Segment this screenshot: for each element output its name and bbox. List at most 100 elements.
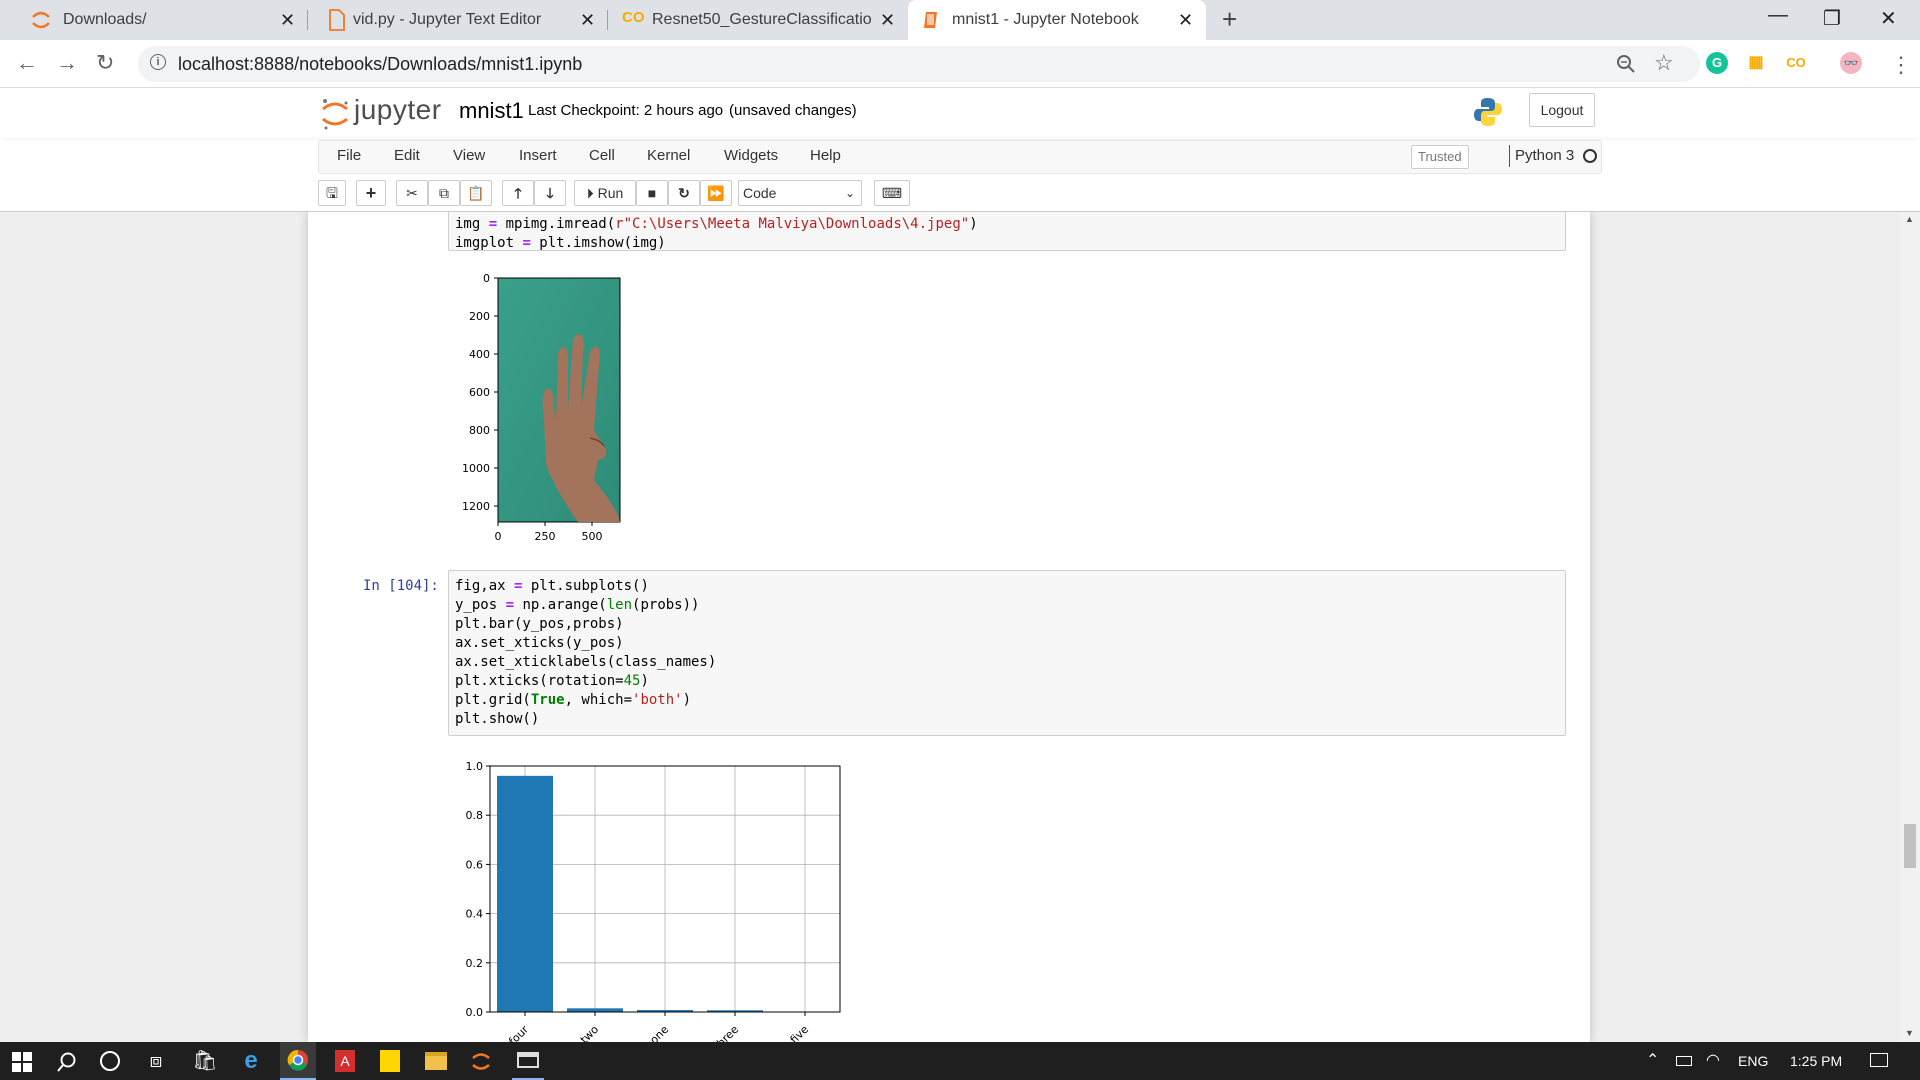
- move-down-button[interactable]: 🡓: [534, 180, 566, 206]
- jupyter-taskbar-icon[interactable]: [470, 1050, 492, 1074]
- code-line: ax.set_xticks(y_pos): [455, 635, 624, 651]
- image-output: 0 200 400 600 800 1000 1200 0 250 500: [462, 272, 621, 543]
- menu-view[interactable]: View: [453, 147, 485, 164]
- x-tick-label: five: [788, 1023, 812, 1042]
- code-line: plt.show(): [455, 711, 540, 727]
- extension-layout-icon[interactable]: ▦: [1745, 52, 1767, 74]
- notebook-name[interactable]: mnist1: [459, 98, 524, 124]
- close-tab-icon[interactable]: ✕: [880, 10, 895, 31]
- paste-button[interactable]: 📋: [460, 180, 492, 206]
- scroll-down-icon[interactable]: ▼: [1905, 1028, 1914, 1038]
- jupyter-menubar-container: File Edit View Insert Cell Kernel Widget…: [0, 140, 1920, 212]
- code-cell-input[interactable]: img = mpimg.imread(r"C:\Users\Meeta Malv…: [448, 212, 1566, 251]
- cortana-icon[interactable]: [100, 1051, 120, 1071]
- colab-extension-icon[interactable]: CO: [1785, 52, 1807, 74]
- tray-expand-icon[interactable]: ⌃: [1646, 1050, 1659, 1070]
- battery-icon[interactable]: [1676, 1056, 1692, 1066]
- copy-icon: ⧉: [439, 185, 449, 201]
- y-tick-label: 0.6: [466, 858, 484, 871]
- save-icon: 🖫: [326, 185, 338, 201]
- cell-type-select[interactable]: Code ⌄: [738, 180, 862, 206]
- new-tab-button[interactable]: +: [1222, 4, 1237, 35]
- scrollbar-thumb[interactable]: [1904, 824, 1916, 868]
- menu-edit[interactable]: Edit: [394, 147, 420, 164]
- save-button[interactable]: 🖫: [318, 180, 346, 206]
- terminal-icon[interactable]: [517, 1052, 539, 1068]
- task-view-icon[interactable]: ⧈: [143, 1048, 169, 1074]
- bookmark-star-icon[interactable]: ☆: [1654, 50, 1674, 76]
- command-palette-button[interactable]: ⌨: [874, 180, 910, 206]
- jupyter-header: jupyter mnist1 Last Checkpoint: 2 hours …: [0, 88, 1920, 140]
- file-explorer-icon[interactable]: [425, 1052, 447, 1070]
- site-info-icon[interactable]: i: [150, 54, 166, 70]
- code-cell-input[interactable]: fig,ax = plt.subplots() y_pos = np.arang…: [448, 570, 1566, 736]
- action-center-icon[interactable]: [1870, 1053, 1888, 1067]
- profile-avatar[interactable]: 👓: [1840, 52, 1862, 74]
- acrobat-icon[interactable]: A: [335, 1050, 355, 1072]
- trusted-indicator[interactable]: Trusted: [1411, 145, 1469, 169]
- tab-vid-editor[interactable]: vid.py - Jupyter Text Editor ✕: [308, 0, 608, 40]
- close-tab-icon[interactable]: ✕: [1178, 10, 1193, 31]
- language-indicator[interactable]: ENG: [1738, 1053, 1768, 1069]
- sticky-notes-icon[interactable]: [380, 1050, 400, 1072]
- search-icon[interactable]: [56, 1051, 78, 1073]
- y-tick-label: 0.8: [466, 809, 484, 822]
- fast-forward-icon: ⏩: [707, 185, 725, 201]
- scissors-icon: ✂: [406, 185, 418, 201]
- menubar: File Edit View Insert Cell Kernel Widget…: [318, 140, 1602, 174]
- interrupt-button[interactable]: ■: [636, 180, 668, 206]
- restart-button[interactable]: ↻: [668, 180, 700, 206]
- edge-icon[interactable]: e: [238, 1048, 264, 1074]
- restart-run-all-button[interactable]: ⏩: [700, 180, 732, 206]
- address-bar[interactable]: i localhost:8888/notebooks/Downloads/mni…: [138, 46, 1700, 82]
- x-tick-label: four: [506, 1023, 531, 1042]
- back-icon[interactable]: ←: [16, 50, 38, 76]
- forward-icon[interactable]: →: [56, 50, 78, 76]
- tab-label: vid.py - Jupyter Text Editor: [353, 11, 542, 28]
- x-tick-label: three: [711, 1023, 741, 1042]
- windows-taskbar: ⧈ 🛍 e A ⌃ ◠ ENG 1:25 PM: [0, 1042, 1920, 1080]
- clock[interactable]: 1:25 PM: [1790, 1053, 1842, 1069]
- jupyter-logo-text[interactable]: jupyter: [354, 94, 442, 126]
- wifi-icon[interactable]: ◠: [1706, 1050, 1720, 1070]
- chrome-taskbar-item[interactable]: [280, 1042, 316, 1080]
- code-line: plt.grid(True, which='both'): [455, 692, 692, 708]
- scroll-up-icon[interactable]: ▲: [1905, 214, 1914, 224]
- insert-cell-button[interactable]: +: [356, 180, 386, 206]
- zoom-icon[interactable]: [1616, 54, 1636, 74]
- close-tab-icon[interactable]: ✕: [580, 10, 595, 31]
- move-up-button[interactable]: 🡑: [502, 180, 534, 206]
- browser-menu-icon[interactable]: ⋮: [1890, 52, 1912, 78]
- menu-help[interactable]: Help: [810, 147, 841, 164]
- close-tab-icon[interactable]: ✕: [280, 10, 295, 31]
- code-line: plt.xticks(rotation=45): [455, 673, 649, 689]
- grammarly-icon[interactable]: G: [1706, 52, 1728, 74]
- menu-cell[interactable]: Cell: [589, 147, 615, 164]
- image-xtick-label: 500: [582, 530, 603, 543]
- code-line: ax.set_xticklabels(class_names): [455, 654, 717, 670]
- windows-start-icon[interactable]: [12, 1052, 32, 1072]
- notebook-container: img = mpimg.imread(r"C:\Users\Meeta Malv…: [308, 212, 1590, 1042]
- tab-resnet-colab[interactable]: CO Resnet50_GestureClassification_T ✕: [608, 0, 908, 40]
- cell-prompt: In [104]:: [363, 578, 439, 594]
- run-button[interactable]: ⏵ Run: [574, 180, 636, 206]
- jupyter-favicon-icon: [32, 11, 50, 29]
- kernel-idle-icon: [1583, 149, 1597, 163]
- menu-insert[interactable]: Insert: [519, 147, 557, 164]
- logout-button[interactable]: Logout: [1529, 93, 1595, 127]
- tab-mnist1[interactable]: mnist1 - Jupyter Notebook ✕: [908, 0, 1206, 40]
- minimize-window-icon[interactable]: —: [1768, 4, 1788, 27]
- tab-downloads[interactable]: Downloads/ ✕: [8, 0, 308, 40]
- menu-file[interactable]: File: [337, 147, 361, 164]
- menu-kernel[interactable]: Kernel: [647, 147, 690, 164]
- y-tick-label: 1.0: [466, 760, 484, 773]
- menu-widgets[interactable]: Widgets: [724, 147, 778, 164]
- cut-button[interactable]: ✂: [396, 180, 428, 206]
- reload-icon[interactable]: ↻: [96, 50, 114, 76]
- jupyter-logo-icon[interactable]: [320, 97, 350, 131]
- close-window-icon[interactable]: ✕: [1880, 6, 1897, 31]
- vertical-scrollbar[interactable]: ▲ ▼: [1900, 212, 1920, 1042]
- restore-window-icon[interactable]: ❐: [1823, 6, 1841, 31]
- store-icon[interactable]: 🛍: [192, 1048, 218, 1074]
- copy-button[interactable]: ⧉: [428, 180, 460, 206]
